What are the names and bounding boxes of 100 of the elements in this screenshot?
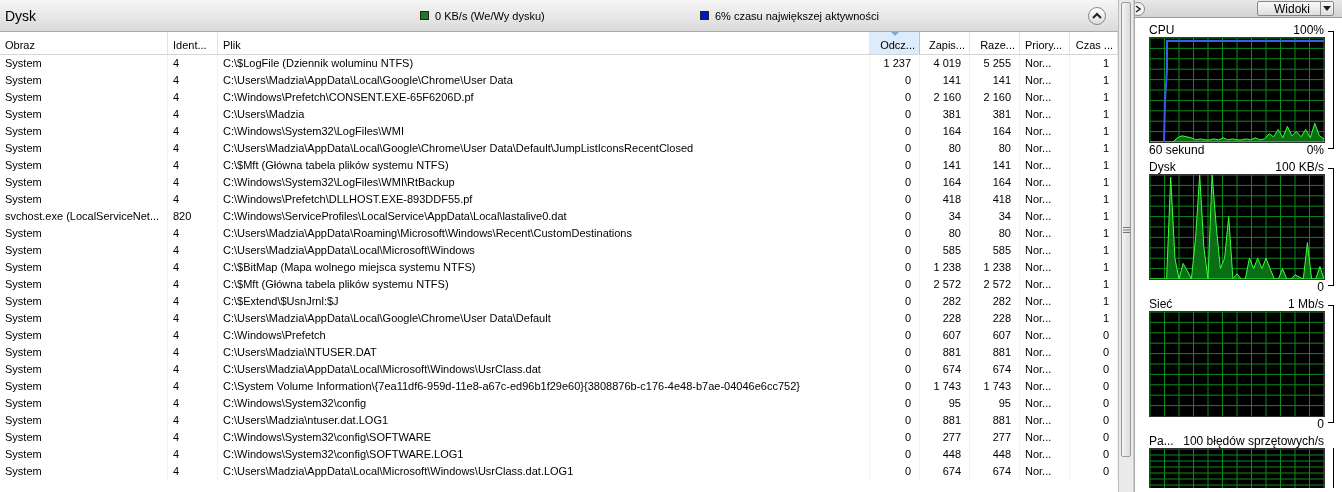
table-cell: 4 bbox=[168, 259, 218, 276]
table-cell: System bbox=[0, 361, 168, 378]
table-cell: 674 bbox=[970, 361, 1020, 378]
table-cell: Nor... bbox=[1020, 276, 1070, 293]
table-cell: C:\Users\Madzia\AppData\Roaming\Microsoft\Windows\Recent\CustomDestinations bbox=[218, 225, 870, 242]
table-cell: C:\$LogFile (Dziennik woluminu NTFS) bbox=[218, 55, 870, 72]
table-cell: 4 bbox=[168, 463, 218, 480]
table-cell: 448 bbox=[920, 446, 970, 463]
table-cell: C:\Users\Madzia\AppData\Local\Google\Chrome\User Data\Default\JumpListIconsRecentClosed bbox=[218, 140, 870, 157]
table-cell: 1 bbox=[1070, 157, 1118, 174]
table-cell: 4 019 bbox=[920, 55, 970, 72]
graph-title: Dysk bbox=[1149, 160, 1176, 174]
table-cell: 0 bbox=[870, 412, 920, 429]
table-cell: 4 bbox=[168, 72, 218, 89]
table-cell: 0 bbox=[870, 174, 920, 191]
table-cell: 4 bbox=[168, 157, 218, 174]
table-cell: 820 bbox=[168, 208, 218, 225]
table-cell: Nor... bbox=[1020, 191, 1070, 208]
table-cell: System bbox=[0, 395, 168, 412]
grip-icon bbox=[1122, 226, 1130, 233]
table-cell: System bbox=[0, 446, 168, 463]
table-cell: C:\Users\Madzia\ntuser.dat.LOG1 bbox=[218, 412, 870, 429]
table-cell: C:\Windows\System32\config bbox=[218, 395, 870, 412]
table-cell: 0 bbox=[870, 225, 920, 242]
table-cell: 1 743 bbox=[920, 378, 970, 395]
table-cell: Nor... bbox=[1020, 344, 1070, 361]
table-cell: 4 bbox=[168, 276, 218, 293]
graph-title: Sieć bbox=[1149, 297, 1173, 311]
table-cell: 95 bbox=[970, 395, 1020, 412]
table-cell: System bbox=[0, 463, 168, 480]
table-cell: C:\Users\Madzia\AppData\Local\Microsoft\Windows\UsrClass.dat bbox=[218, 361, 870, 378]
table-cell: 277 bbox=[970, 429, 1020, 446]
table-cell: 381 bbox=[920, 106, 970, 123]
table-cell: 585 bbox=[920, 242, 970, 259]
table-cell: 881 bbox=[970, 344, 1020, 361]
table-cell: System bbox=[0, 123, 168, 140]
expand-button[interactable] bbox=[1135, 2, 1145, 16]
table-cell: Nor... bbox=[1020, 446, 1070, 463]
table-cell: System bbox=[0, 276, 168, 293]
table-cell: Nor... bbox=[1020, 293, 1070, 310]
scroll-thumb[interactable] bbox=[1121, 2, 1131, 457]
table-cell: C:\Users\Madzia\AppData\Local\Google\Chrome\User Data\Default bbox=[218, 310, 870, 327]
table-cell: Nor... bbox=[1020, 378, 1070, 395]
table-cell: svchost.exe (LocalServiceNet... bbox=[0, 208, 168, 225]
table-cell: 4 bbox=[168, 395, 218, 412]
table-cell: 1 bbox=[1070, 242, 1118, 259]
table-cell: 607 bbox=[920, 327, 970, 344]
table-cell: 448 bbox=[970, 446, 1020, 463]
table-cell: 0 bbox=[870, 327, 920, 344]
table-cell: System bbox=[0, 174, 168, 191]
table-cell: 0 bbox=[870, 72, 920, 89]
table-cell: Nor... bbox=[1020, 412, 1070, 429]
column-header[interactable]: Odcz... bbox=[870, 32, 920, 54]
table-cell: 282 bbox=[920, 293, 970, 310]
table-cell: 228 bbox=[970, 310, 1020, 327]
table-cell: C:\Users\Madzia\AppData\Local\Microsoft\Windows\UsrClass.dat.LOG1 bbox=[218, 463, 870, 480]
graph-min-label: 0 bbox=[1317, 280, 1324, 294]
table-cell: 0 bbox=[1070, 463, 1118, 480]
table-cell: 0 bbox=[870, 446, 920, 463]
sort-arrow-icon bbox=[890, 32, 899, 36]
table-cell: 0 bbox=[870, 310, 920, 327]
table-cell: System bbox=[0, 293, 168, 310]
table-cell: 0 bbox=[1070, 344, 1118, 361]
table-cell: C:\$Mft (Główna tabela plików systemu NTFS) bbox=[218, 276, 870, 293]
table-cell: System bbox=[0, 106, 168, 123]
graph-max-label: 100% bbox=[1293, 23, 1324, 37]
table-cell: System bbox=[0, 140, 168, 157]
table-cell: C:\Windows\System32\config\SOFTWARE bbox=[218, 429, 870, 446]
table-cell: 2 572 bbox=[920, 276, 970, 293]
graph-min-label: 0% bbox=[1306, 143, 1324, 157]
table-cell: Nor... bbox=[1020, 259, 1070, 276]
table-cell: 4 bbox=[168, 344, 218, 361]
table-cell: C:\Windows\System32\LogFiles\WMI\RtBackup bbox=[218, 174, 870, 191]
graph-max-label: 100 błędów sprzętowych/s bbox=[1183, 434, 1324, 448]
views-button[interactable]: Widoki bbox=[1257, 1, 1334, 16]
table-cell: System bbox=[0, 429, 168, 446]
table-cell: 1 bbox=[1070, 72, 1118, 89]
table-cell: 0 bbox=[1070, 429, 1118, 446]
table-cell: 1 bbox=[1070, 174, 1118, 191]
table-cell: 1 238 bbox=[920, 259, 970, 276]
table-cell: Nor... bbox=[1020, 106, 1070, 123]
table-cell: 0 bbox=[1070, 327, 1118, 344]
collapse-button[interactable] bbox=[1088, 6, 1106, 25]
table-cell: C:\Windows\System32\config\SOFTWARE.LOG1 bbox=[218, 446, 870, 463]
table-cell: 0 bbox=[870, 123, 920, 140]
dropdown-arrow-icon bbox=[1323, 6, 1331, 11]
table-cell: 1 bbox=[1070, 310, 1118, 327]
table-cell: C:\Users\Madzia\AppData\Local\Google\Chrome\User Data bbox=[218, 72, 870, 89]
table-cell: C:\Windows\System32\LogFiles\WMI bbox=[218, 123, 870, 140]
table-cell: 0 bbox=[870, 293, 920, 310]
table-cell: 0 bbox=[870, 395, 920, 412]
table-cell: 141 bbox=[970, 72, 1020, 89]
table-cell: 0 bbox=[870, 429, 920, 446]
table-cell: 4 bbox=[168, 446, 218, 463]
table-cell: 881 bbox=[920, 344, 970, 361]
scrollbar[interactable] bbox=[1119, 0, 1134, 492]
table-cell: Nor... bbox=[1020, 123, 1070, 140]
table-cell: C:\Windows\Prefetch\DLLHOST.EXE-893DDF55.pf bbox=[218, 191, 870, 208]
table-cell: 1 bbox=[1070, 225, 1118, 242]
table-cell: 4 bbox=[168, 191, 218, 208]
